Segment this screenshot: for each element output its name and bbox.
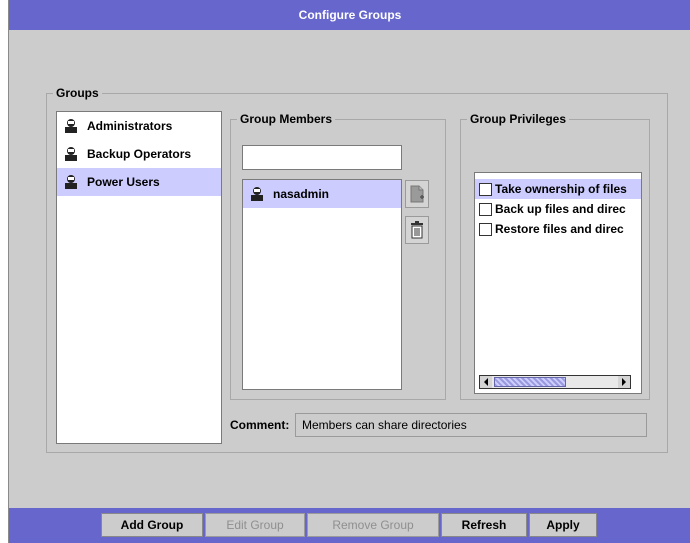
privilege-label: Take ownership of files: [495, 182, 627, 196]
remove-group-button: Remove Group: [307, 513, 439, 537]
group-item-label: Power Users: [87, 175, 160, 189]
window-title: Configure Groups: [298, 8, 402, 22]
scroll-right-button[interactable]: [618, 376, 630, 388]
groups-list[interactable]: Administrators Backup Operators Power Us…: [56, 111, 222, 444]
comment-field[interactable]: Members can share directories: [295, 413, 647, 437]
member-search-input[interactable]: [242, 145, 402, 170]
remove-member-button[interactable]: [405, 216, 429, 244]
scroll-right-icon: [622, 378, 626, 386]
button-bar: Add Group Edit Group Remove Group Refres…: [9, 508, 690, 543]
group-item-power-users[interactable]: Power Users: [57, 168, 221, 196]
comment-value: Members can share directories: [302, 418, 467, 432]
add-member-button[interactable]: [405, 180, 429, 208]
members-list[interactable]: nasadmin: [242, 179, 402, 390]
user-group-icon: [65, 147, 77, 161]
edit-group-button: Edit Group: [205, 513, 305, 537]
privilege-item-take-ownership[interactable]: Take ownership of files: [475, 179, 641, 199]
scroll-left-icon: [484, 378, 488, 386]
user-group-icon: [65, 119, 77, 133]
title-bar: Configure Groups: [9, 0, 690, 30]
add-group-button[interactable]: Add Group: [101, 513, 203, 537]
group-item-label: Backup Operators: [87, 147, 192, 161]
privilege-checkbox[interactable]: [479, 202, 492, 216]
scroll-left-button[interactable]: [480, 376, 492, 388]
horizontal-scrollbar[interactable]: [479, 375, 631, 389]
apply-button[interactable]: Apply: [529, 513, 597, 537]
refresh-button[interactable]: Refresh: [441, 513, 527, 537]
privilege-item-back-up-files[interactable]: Back up files and direc: [475, 199, 641, 219]
group-members-legend: Group Members: [237, 112, 336, 126]
user-icon: [251, 187, 263, 201]
privilege-label: Back up files and direc: [495, 202, 626, 216]
group-item-administrators[interactable]: Administrators: [57, 112, 221, 140]
privileges-list[interactable]: Take ownership of files Back up files an…: [474, 172, 642, 394]
privilege-item-restore-files[interactable]: Restore files and direc: [475, 219, 641, 239]
group-privileges-legend: Group Privileges: [467, 112, 570, 126]
privilege-label: Restore files and direc: [495, 222, 624, 236]
user-group-icon: [65, 175, 77, 189]
privilege-checkbox[interactable]: [479, 222, 492, 236]
add-member-icon: [410, 185, 424, 203]
member-item-nasadmin[interactable]: nasadmin: [243, 180, 401, 208]
member-item-label: nasadmin: [273, 187, 330, 201]
comment-label: Comment:: [230, 418, 290, 432]
group-item-backup-operators[interactable]: Backup Operators: [57, 140, 221, 168]
group-item-label: Administrators: [87, 119, 173, 133]
configure-groups-window: Configure Groups Groups Administrators B…: [8, 0, 690, 543]
trash-icon: [411, 221, 423, 239]
privilege-checkbox[interactable]: [479, 182, 492, 196]
groups-legend: Groups: [53, 86, 102, 100]
scrollbar-thumb[interactable]: [494, 377, 566, 387]
